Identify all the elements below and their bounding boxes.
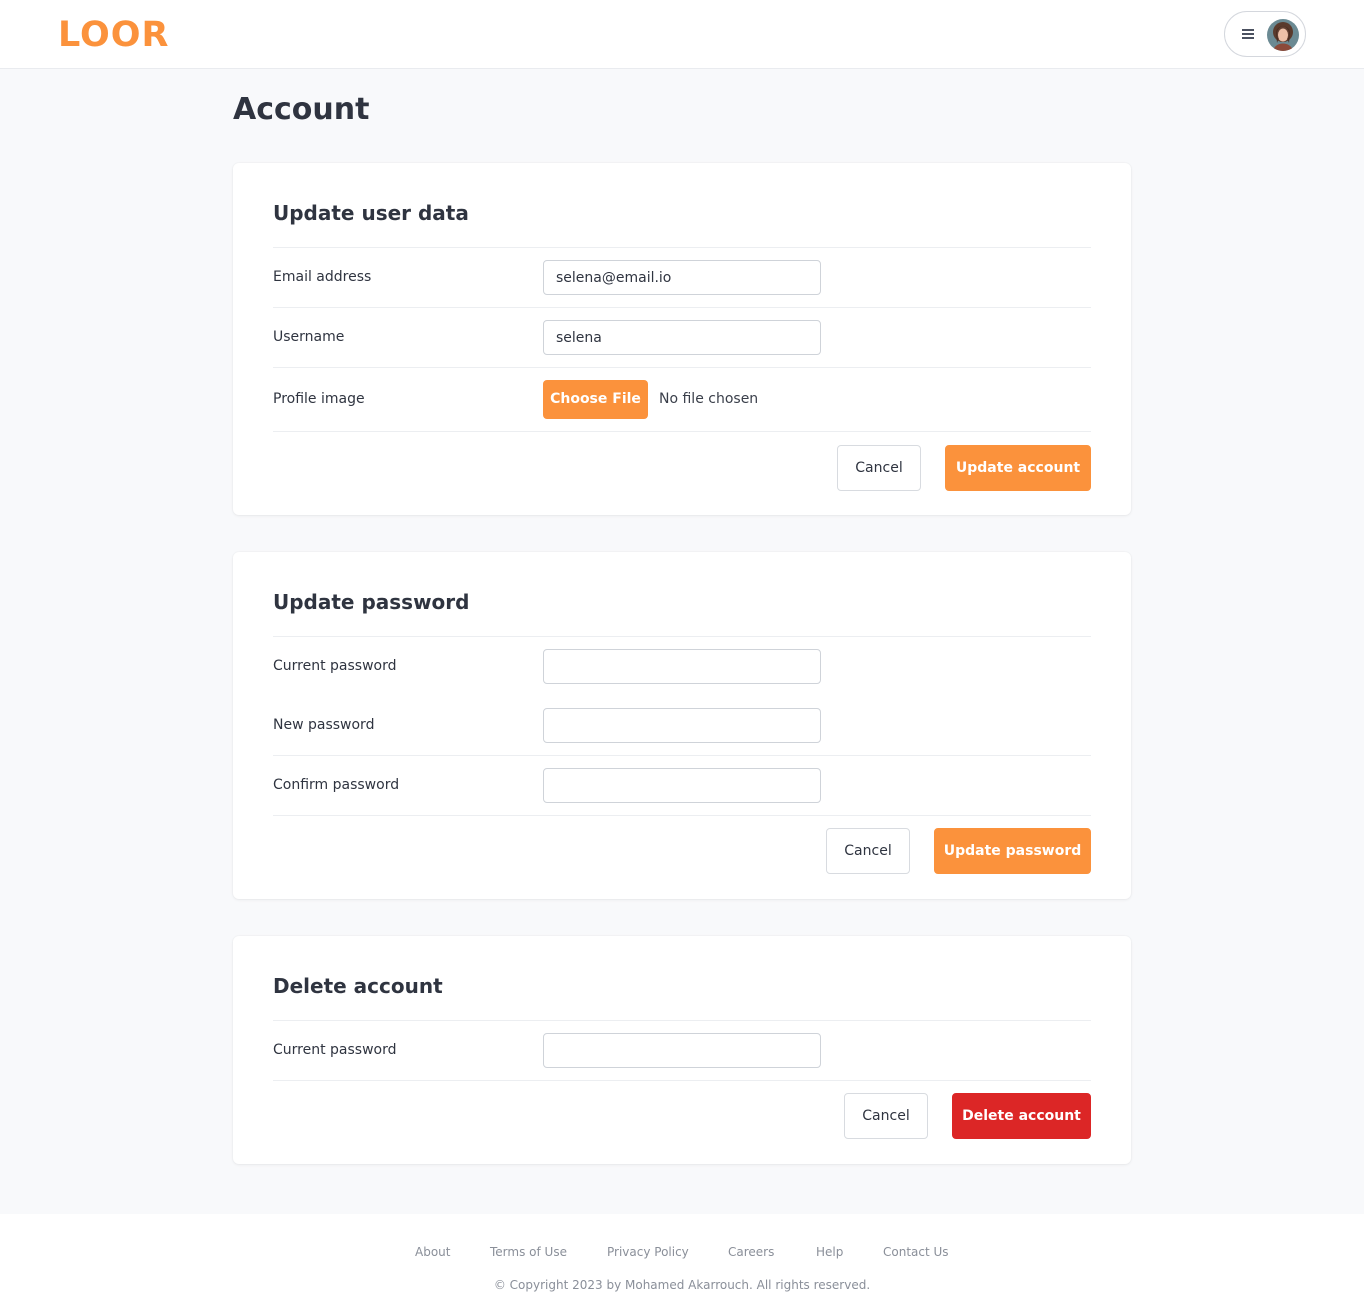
update-password-card: Update password Current password New pas…: [233, 552, 1131, 899]
divider: [273, 247, 1091, 248]
file-status: No file chosen: [659, 391, 759, 407]
footer: About Terms of Use Privacy Policy Career…: [0, 1214, 1364, 1316]
divider: [273, 307, 1091, 308]
divider: [273, 755, 1091, 756]
username-field[interactable]: [543, 320, 821, 355]
delete-account-button[interactable]: Delete account: [952, 1093, 1091, 1139]
username-label: Username: [273, 329, 345, 345]
divider: [273, 1020, 1091, 1021]
choose-file-button[interactable]: Choose File: [543, 380, 648, 419]
copyright-text: © Copyright 2023 by Mohamed Akarrouch. A…: [493, 1278, 871, 1292]
footer-link-privacy[interactable]: Privacy Policy: [607, 1244, 689, 1260]
footer-link-careers[interactable]: Careers: [728, 1244, 774, 1260]
brand-logo[interactable]: LOOR: [58, 14, 170, 56]
email-field[interactable]: [543, 260, 821, 295]
confirm-password-field[interactable]: [543, 768, 821, 803]
divider: [273, 636, 1091, 637]
card-title: Delete account: [273, 974, 443, 998]
divider: [273, 367, 1091, 368]
update-user-data-card: Update user data Email address Username …: [233, 163, 1131, 515]
current-password-field[interactable]: [543, 649, 821, 684]
hamburger-icon: [1242, 29, 1254, 39]
email-label: Email address: [273, 269, 372, 285]
page-title: Account: [233, 92, 370, 127]
current-password-label: Current password: [273, 658, 397, 674]
delete-account-card: Delete account Current password Cancel D…: [233, 936, 1131, 1164]
divider: [273, 431, 1091, 432]
new-password-field[interactable]: [543, 708, 821, 743]
divider: [273, 1080, 1091, 1081]
card-title: Update user data: [273, 201, 469, 225]
avatar: [1267, 19, 1299, 51]
cancel-button[interactable]: Cancel: [837, 445, 921, 491]
top-header: LOOR: [0, 0, 1364, 69]
card-title: Update password: [273, 590, 470, 614]
update-password-button[interactable]: Update password: [934, 828, 1091, 874]
current-password-label: Current password: [273, 1042, 397, 1058]
cancel-button[interactable]: Cancel: [844, 1093, 928, 1139]
new-password-label: New password: [273, 717, 375, 733]
delete-password-field[interactable]: [543, 1033, 821, 1068]
profile-image-label: Profile image: [273, 391, 365, 407]
footer-link-terms[interactable]: Terms of Use: [490, 1244, 567, 1260]
confirm-password-label: Confirm password: [273, 777, 400, 793]
update-account-button[interactable]: Update account: [945, 445, 1091, 491]
user-menu-button[interactable]: [1224, 11, 1306, 57]
cancel-button[interactable]: Cancel: [826, 828, 910, 874]
divider: [273, 815, 1091, 816]
footer-link-help[interactable]: Help: [816, 1244, 843, 1260]
footer-link-about[interactable]: About: [415, 1244, 450, 1260]
footer-link-contact[interactable]: Contact Us: [883, 1244, 949, 1260]
